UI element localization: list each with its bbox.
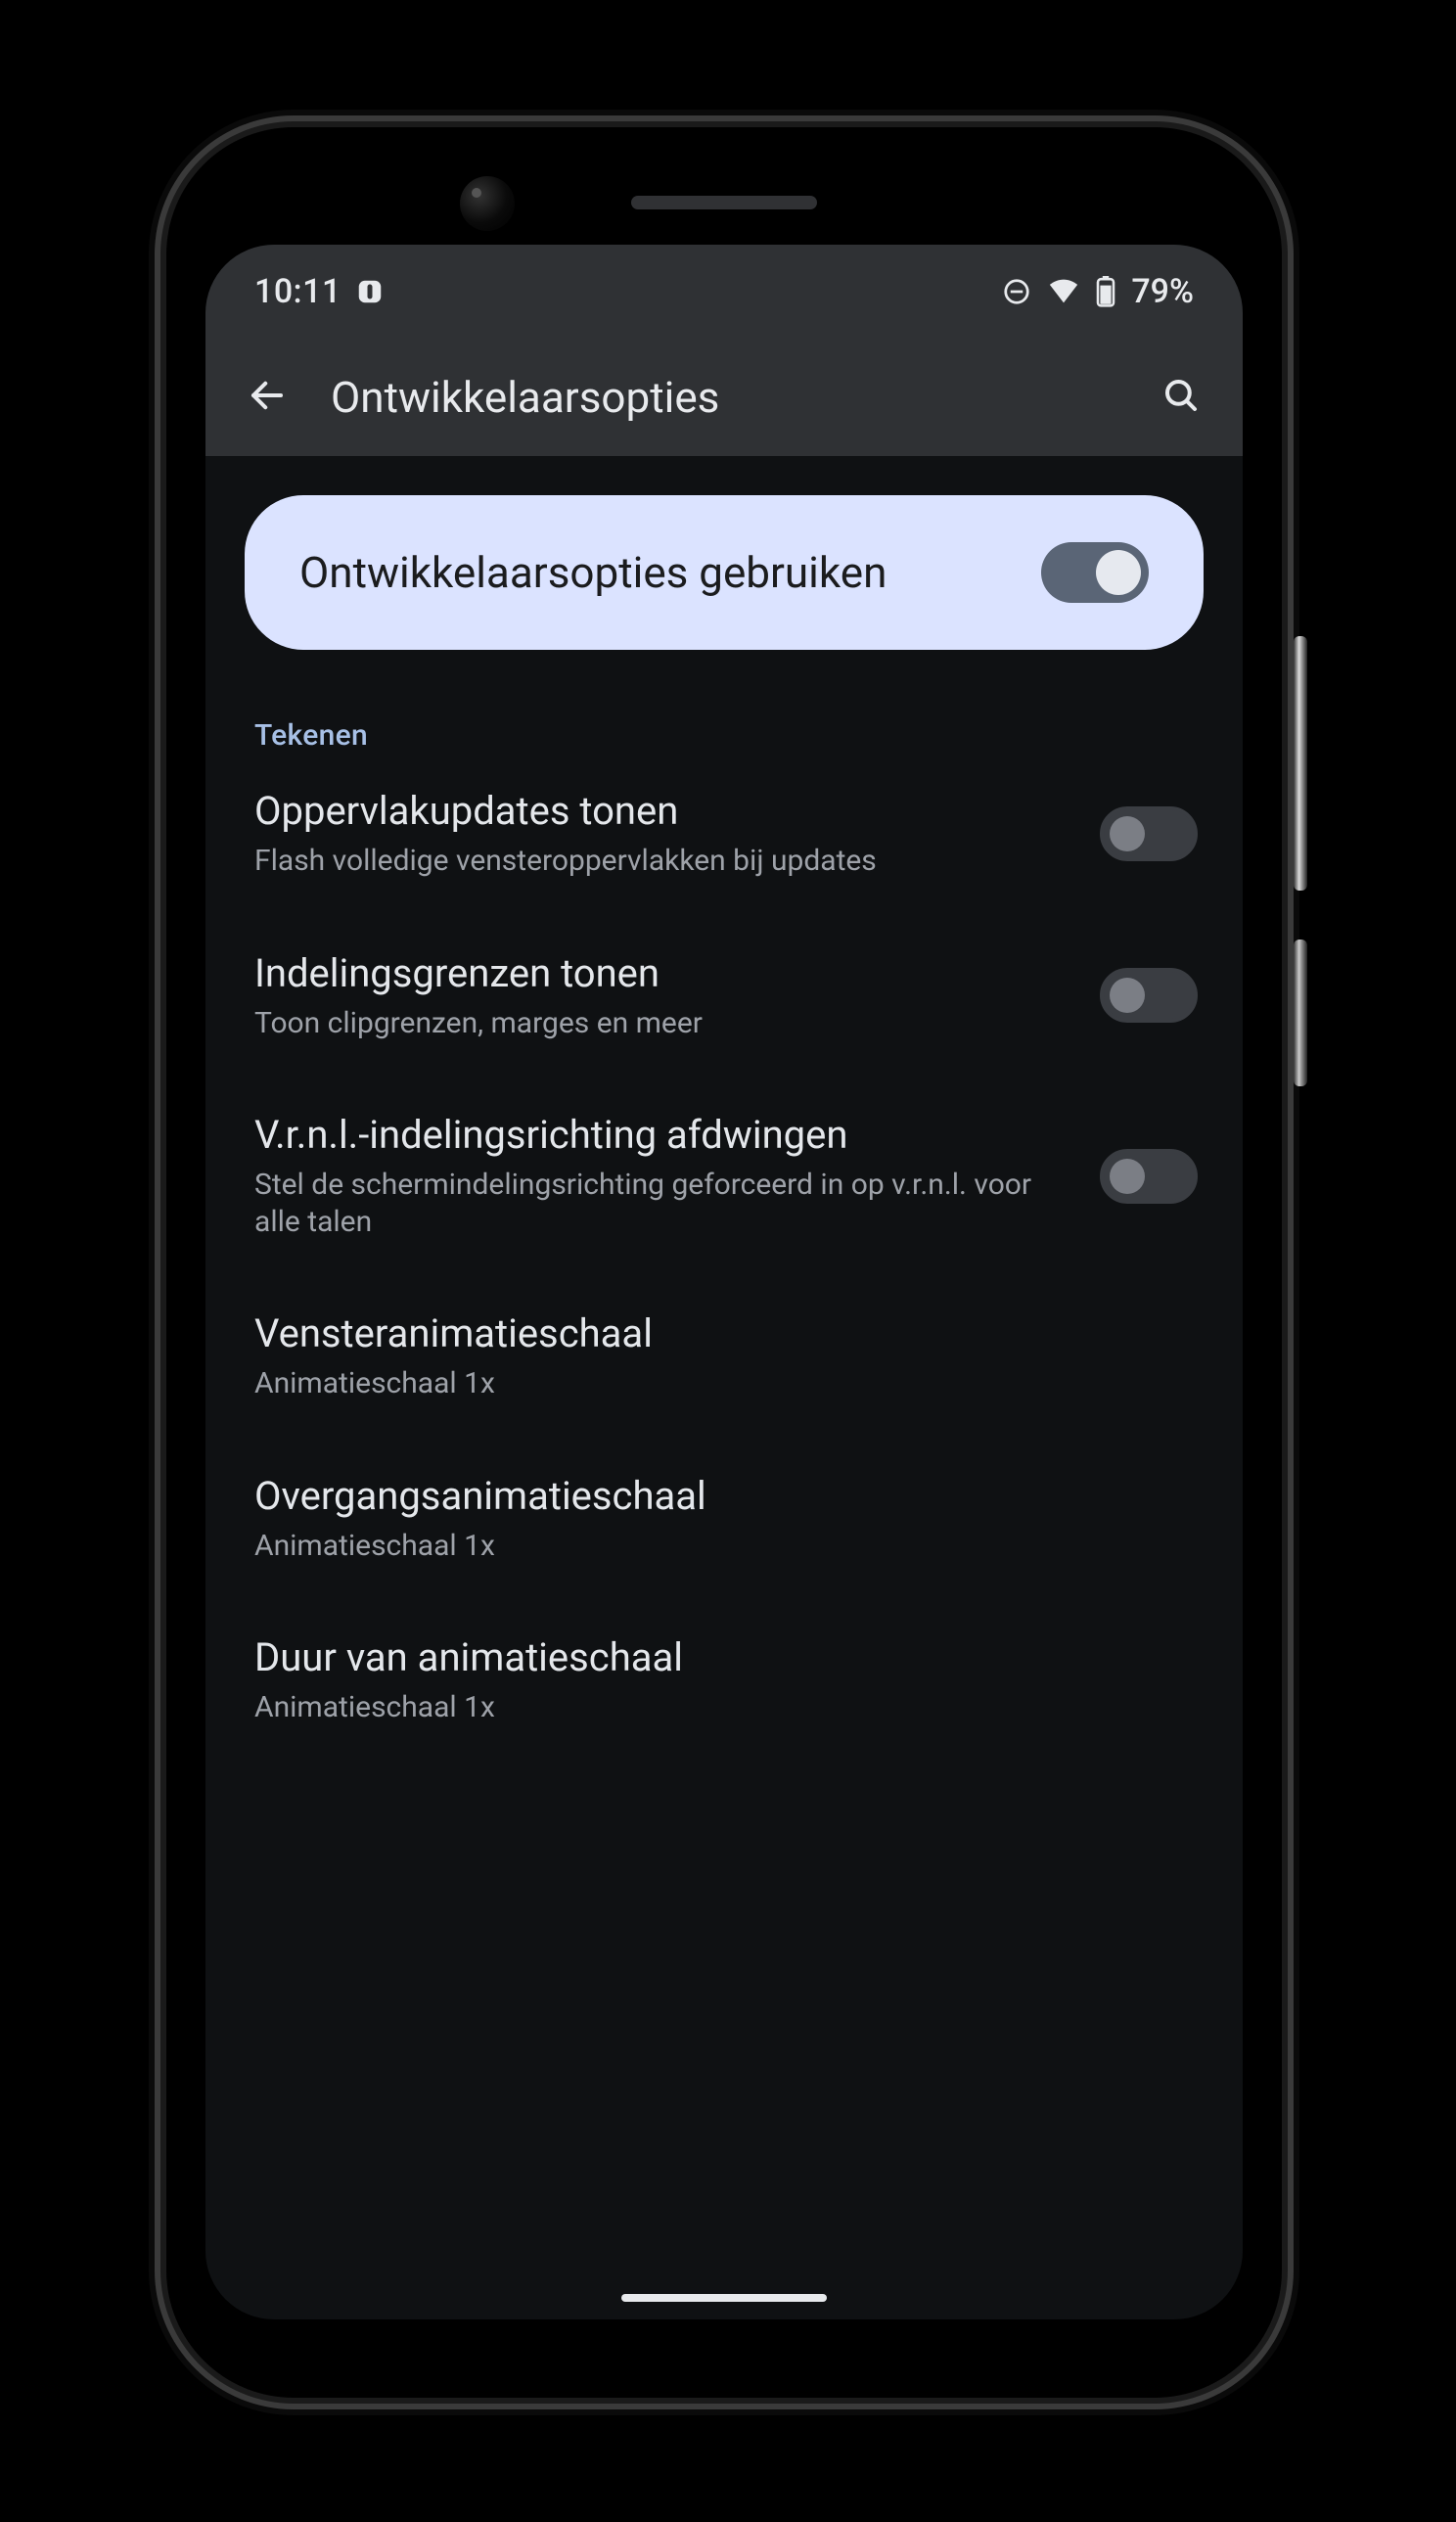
setting-row-transition-animation-scale[interactable]: Overgangsanimatieschaal Animatieschaal 1…: [245, 1438, 1204, 1600]
setting-title: Vensteranimatieschaal: [254, 1310, 1198, 1357]
app-bar-title: Ontwikkelaarsopties: [331, 372, 1117, 423]
content-scroll[interactable]: Ontwikkelaarsopties gebruiken Tekenen Op…: [205, 456, 1243, 1762]
phone-speaker: [631, 196, 817, 209]
setting-row-force-rtl[interactable]: V.r.n.l.-indelingsrichting afdwingen Ste…: [245, 1077, 1204, 1275]
status-bar: 10:11 79%: [205, 245, 1243, 339]
setting-subtitle: Stel de schermindelingsrichting geforcee…: [254, 1167, 1061, 1240]
setting-subtitle: Animatieschaal 1x: [254, 1365, 1198, 1402]
section-header-drawing: Tekenen: [245, 718, 1204, 753]
toggle-switch[interactable]: [1100, 968, 1198, 1023]
setting-row-layout-bounds[interactable]: Indelingsgrenzen tonen Toon clipgrenzen,…: [245, 915, 1204, 1078]
screen: 10:11 79%: [205, 245, 1243, 2319]
setting-subtitle: Toon clipgrenzen, marges en meer: [254, 1005, 1061, 1042]
wifi-icon: [1047, 277, 1080, 306]
setting-row-surface-updates[interactable]: Oppervlakupdates tonen Flash volledige v…: [245, 753, 1204, 915]
setting-title: Overgangsanimatieschaal: [254, 1473, 1198, 1520]
setting-subtitle: Animatieschaal 1x: [254, 1689, 1198, 1726]
master-toggle-label: Ontwikkelaarsopties gebruiken: [299, 546, 887, 600]
setting-title: Duur van animatieschaal: [254, 1634, 1198, 1681]
setting-row-window-animation-scale[interactable]: Vensteranimatieschaal Animatieschaal 1x: [245, 1275, 1204, 1438]
app-bar: Ontwikkelaarsopties: [205, 339, 1243, 456]
dnd-icon: [1002, 277, 1031, 306]
search-button[interactable]: [1147, 363, 1215, 432]
setting-title: Indelingsgrenzen tonen: [254, 950, 1061, 997]
setting-subtitle: Animatieschaal 1x: [254, 1528, 1198, 1565]
setting-subtitle: Flash volledige vensteroppervlakken bij …: [254, 843, 1061, 880]
volume-button: [1294, 940, 1307, 1086]
power-button: [1294, 636, 1307, 891]
notification-indicator-icon: [355, 277, 385, 306]
status-time: 10:11: [254, 272, 341, 311]
setting-title: Oppervlakupdates tonen: [254, 788, 1061, 835]
phone-frame: 10:11 79%: [166, 127, 1282, 2398]
battery-icon: [1096, 276, 1115, 307]
front-camera: [460, 176, 515, 231]
search-icon: [1160, 375, 1202, 420]
setting-row-animator-duration-scale[interactable]: Duur van animatieschaal Animatieschaal 1…: [245, 1599, 1204, 1762]
back-button[interactable]: [233, 363, 301, 432]
gesture-nav-handle[interactable]: [621, 2294, 827, 2302]
toggle-switch[interactable]: [1100, 806, 1198, 861]
setting-title: V.r.n.l.-indelingsrichting afdwingen: [254, 1112, 1061, 1159]
back-arrow-icon: [247, 375, 288, 420]
master-toggle-switch[interactable]: [1041, 542, 1149, 603]
toggle-switch[interactable]: [1100, 1149, 1198, 1204]
status-battery-text: 79%: [1131, 272, 1194, 311]
developer-options-master-toggle-row[interactable]: Ontwikkelaarsopties gebruiken: [245, 495, 1204, 650]
